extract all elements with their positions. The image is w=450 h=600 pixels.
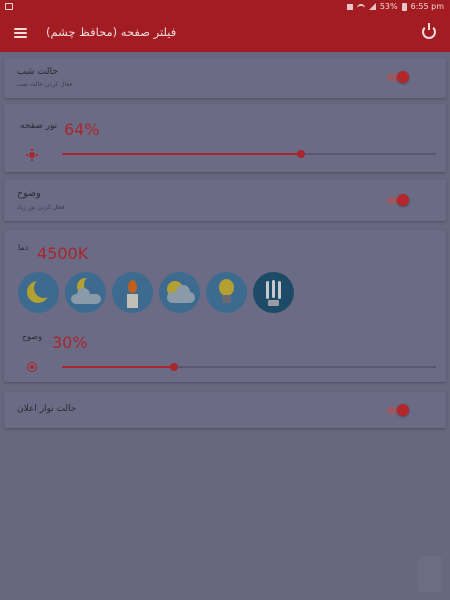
app-bar: فیلتر صفحه (محافظ چشم) (0, 14, 450, 52)
temperature-label: دما (18, 243, 29, 252)
temp-preset-candle[interactable] (112, 272, 153, 313)
brightness-label: نور صفحه (20, 121, 58, 131)
watermark-logo (418, 556, 442, 592)
notification-bar-title: حالت نوار اعلان (17, 404, 77, 414)
hamburger-menu-icon[interactable] (14, 28, 27, 38)
temp-preset-moon[interactable] (18, 272, 59, 313)
clarity-level-label: وضوح (22, 332, 42, 341)
clarity-level-value: 30% (52, 333, 88, 352)
mute-icon (346, 3, 353, 10)
brightness-slider-thumb[interactable] (297, 150, 306, 158)
temp-preset-sun-cloud[interactable] (159, 272, 200, 313)
night-mode-subtitle: فعال کردن حالت شب (17, 81, 73, 88)
wifi-icon (356, 3, 365, 10)
power-icon[interactable] (422, 23, 436, 39)
temperature-value: 4500K (37, 244, 89, 263)
night-mode-title: حالت شب (17, 66, 59, 77)
clarity-toggle[interactable] (387, 193, 409, 207)
clarity-icon (27, 362, 37, 372)
night-mode-toggle[interactable] (387, 70, 409, 84)
temp-preset-cfl-bulb[interactable] (253, 272, 294, 313)
clarity-toggle-card: وضوح فعال کردن نور زیاد (4, 180, 446, 221)
clarity-title: وضوح (17, 188, 41, 199)
brightness-value: 64% (64, 120, 100, 139)
temp-preset-moon-cloud[interactable] (65, 272, 106, 313)
brightness-slider[interactable] (62, 149, 436, 159)
battery-percent: 53% (379, 2, 398, 11)
status-icons: 53% 6:55 pm (346, 2, 444, 11)
brightness-card: نور صفحه 64% (4, 104, 446, 172)
battery-icon (401, 2, 407, 11)
clock: 6:55 pm (410, 2, 444, 11)
moon-icon (27, 278, 54, 303)
notification-bar-card: حالت نوار اعلان (4, 392, 446, 428)
clarity-subtitle: فعال کردن نور زیاد (17, 204, 65, 211)
clarity-slider[interactable] (62, 362, 436, 372)
night-mode-card: حالت شب فعال کردن حالت شب (4, 58, 446, 98)
gallery-notification-icon (5, 3, 13, 10)
app-title: فیلتر صفحه (محافظ چشم) (46, 25, 177, 39)
brightness-low-icon (26, 149, 38, 161)
clarity-slider-thumb[interactable] (170, 363, 179, 371)
notification-bar-toggle[interactable] (387, 403, 409, 417)
status-bar: 53% 6:55 pm (0, 0, 450, 14)
signal-icon (368, 3, 376, 10)
temp-preset-lightbulb[interactable] (206, 272, 247, 313)
